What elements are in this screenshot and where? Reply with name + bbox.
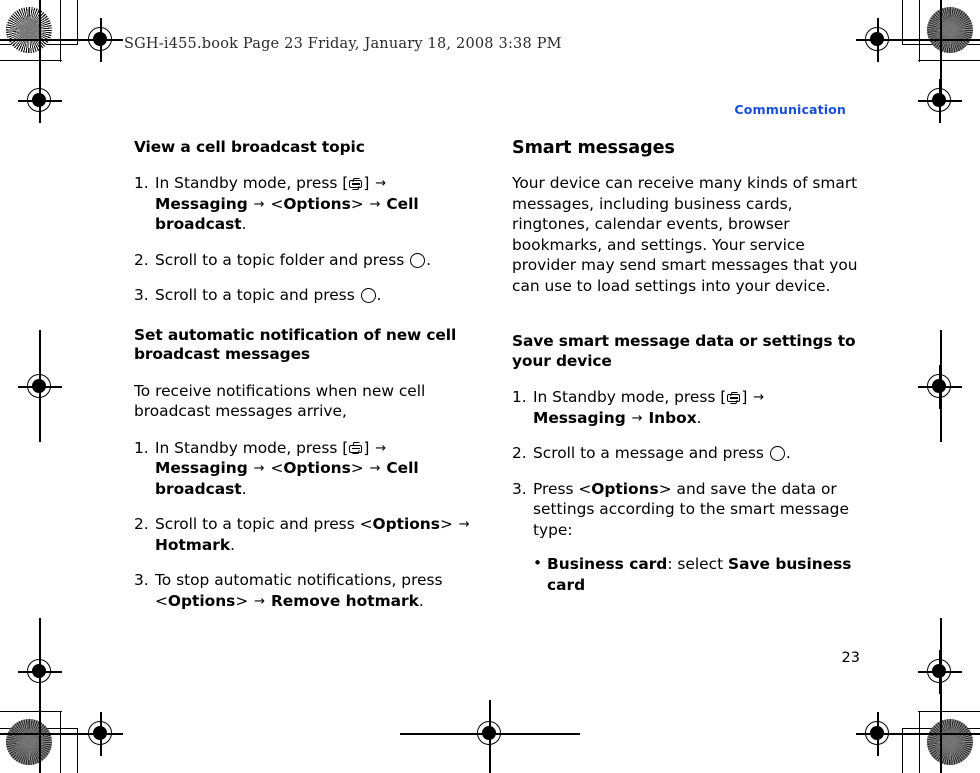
- step-text: In Standby mode, press [] → Messaging → …: [155, 174, 419, 234]
- arrow-icon: →: [369, 196, 381, 212]
- confirm-circle-key-icon: [410, 252, 426, 268]
- step-number: 3.: [134, 571, 149, 590]
- step-text: Scroll to a message and press .: [533, 444, 791, 463]
- book-file-header: SGH-i455.book Page 23 Friday, January 18…: [124, 36, 562, 52]
- numbered-step: 3. Scroll to a topic and press .: [134, 285, 482, 305]
- arrow-icon: →: [458, 517, 470, 533]
- numbered-step: 2. Scroll to a topic folder and press .: [134, 250, 482, 270]
- step-number: 1.: [134, 438, 149, 457]
- bullet-list: • Business card: select Save business car…: [533, 554, 860, 595]
- emphasis-text: Options: [591, 479, 659, 498]
- emphasis-text: Messaging: [155, 194, 248, 213]
- arrow-icon: →: [254, 593, 266, 609]
- heading-save-smart-message-data: Save smart message data or settings to y…: [512, 332, 856, 370]
- arrow-icon: →: [253, 461, 265, 477]
- step-text: Scroll to a topic and press <Options> → …: [155, 515, 470, 554]
- bullet-marker-icon: •: [533, 554, 543, 573]
- right-column: Smart messages Your device can receive m…: [512, 138, 860, 601]
- arrow-icon: →: [631, 410, 643, 426]
- confirm-circle-key-icon: [769, 446, 785, 462]
- steps-view-cell-broadcast-topic: 1. In Standby mode, press [] → Messaging …: [134, 173, 482, 305]
- heading-set-automatic-notification: Set automatic notification of new cell b…: [134, 325, 457, 364]
- steps-save-smart-message-data: 1. In Standby mode, press [] → Messaging …: [512, 387, 860, 595]
- steps-set-automatic-notification: 1. In Standby mode, press [] → Messaging …: [134, 438, 482, 611]
- step-number: 2.: [134, 250, 149, 269]
- step-text: Press <Options> and save the data or set…: [533, 479, 849, 539]
- step-number: 3.: [134, 286, 149, 305]
- bullet-item: • Business card: select Save business car…: [533, 554, 860, 595]
- menu-key-icon: [349, 177, 363, 190]
- numbered-step: 1. In Standby mode, press [] → Messaging …: [512, 387, 860, 428]
- page-number: 23: [841, 650, 860, 666]
- confirm-circle-key-icon: [360, 288, 376, 304]
- step-number: 3.: [512, 479, 527, 498]
- arrow-icon: →: [369, 461, 381, 477]
- emphasis-text: Messaging: [533, 408, 626, 427]
- step-number: 1.: [134, 174, 149, 193]
- document-page: SGH-i455.book Page 23 Friday, January 18…: [0, 0, 980, 773]
- step-text: In Standby mode, press [] → Messaging → …: [155, 438, 419, 498]
- step-text: Scroll to a topic folder and press .: [155, 250, 432, 269]
- numbered-step: 2. Scroll to a message and press .: [512, 443, 860, 463]
- heading-view-cell-broadcast-topic: View a cell broadcast topic: [134, 138, 365, 156]
- numbered-step: 3. To stop automatic notifications, press…: [134, 570, 482, 611]
- step-number: 1.: [512, 388, 527, 407]
- emphasis-text: Options: [167, 591, 236, 610]
- arrow-icon: →: [375, 440, 387, 456]
- numbered-step: 3. Press <Options> and save the data or s…: [512, 479, 860, 595]
- intro-text-notifications: To receive notifications when new cell b…: [134, 381, 426, 421]
- arrow-icon: →: [375, 176, 387, 192]
- numbered-step: 1. In Standby mode, press [] → Messaging …: [134, 438, 482, 499]
- menu-key-icon: [727, 391, 741, 404]
- running-head-chapter-title: Communication: [734, 102, 846, 117]
- emphasis-text: Messaging: [155, 459, 248, 478]
- left-column: View a cell broadcast topic 1. In Standby…: [134, 138, 482, 611]
- bullet-text: Business card: select Save business card: [547, 555, 852, 594]
- emphasis-text: Options: [283, 194, 351, 213]
- body-smart-messages: Your device can receive many kinds of sm…: [512, 174, 858, 295]
- step-text: To stop automatic notifications, press <…: [155, 571, 443, 610]
- emphasis-text: Remove hotmark: [270, 591, 419, 610]
- heading-smart-messages: Smart messages: [512, 138, 675, 158]
- arrow-icon: →: [753, 390, 765, 406]
- step-text: In Standby mode, press [] → Messaging → …: [533, 388, 765, 427]
- numbered-step: 1. In Standby mode, press [] → Messaging …: [134, 173, 482, 234]
- arrow-icon: →: [253, 196, 265, 212]
- emphasis-text: Options: [283, 459, 351, 478]
- emphasis-text: Inbox: [648, 408, 697, 427]
- step-number: 2.: [134, 515, 149, 534]
- emphasis-text: Options: [372, 515, 440, 534]
- step-number: 2.: [512, 444, 527, 463]
- emphasis-text: Hotmark: [155, 535, 231, 554]
- numbered-step: 2. Scroll to a topic and press <Options> …: [134, 514, 482, 555]
- emphasis-text: Business card: [547, 555, 668, 574]
- menu-key-icon: [349, 442, 363, 455]
- step-text: Scroll to a topic and press .: [155, 286, 382, 305]
